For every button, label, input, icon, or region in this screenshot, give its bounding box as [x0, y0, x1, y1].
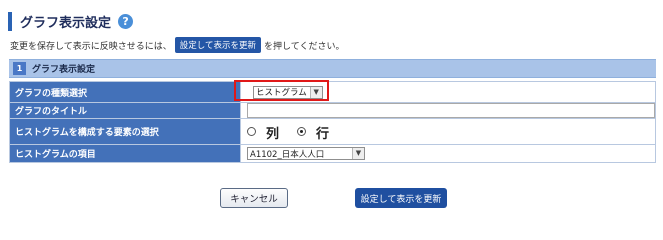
- graph-type-row: グラフの種類選択 ヒストグラム ▼: [9, 81, 656, 103]
- graph-type-label: グラフの種類選択: [9, 81, 241, 103]
- graph-title-cell: [240, 102, 656, 119]
- histogram-item-label: ヒストグラムの項目: [9, 144, 241, 163]
- page-title: グラフ表示設定: [20, 15, 112, 31]
- histogram-item-select-value: A1102_日本人人口: [250, 149, 325, 160]
- histogram-item-select[interactable]: A1102_日本人人口 ▼: [247, 147, 365, 160]
- element-radio-group: 列 行: [247, 118, 655, 142]
- page-header: グラフ表示設定 ?: [8, 10, 134, 32]
- element-choice-cell: 列 行: [240, 118, 656, 145]
- radio-row-label[interactable]: 行: [306, 118, 337, 142]
- element-choice-label: ヒストグラムを構成する要素の選択: [9, 118, 241, 145]
- highlight-annotation: [234, 80, 329, 101]
- graph-title-label: グラフのタイトル: [9, 102, 241, 119]
- histogram-item-row: ヒストグラムの項目 A1102_日本人人口 ▼: [9, 144, 656, 163]
- cancel-button[interactable]: キャンセル: [220, 188, 288, 208]
- inline-apply-label: 設定して表示を更新: [174, 37, 261, 53]
- instruction-text: 変更を保存して表示に反映させるには、 設定して表示を更新 を押してください。: [10, 37, 344, 53]
- apply-button[interactable]: 設定して表示を更新: [355, 188, 447, 208]
- graph-title-row: グラフのタイトル: [9, 102, 656, 119]
- radio-row[interactable]: [297, 127, 307, 136]
- section-header: 1 グラフ表示設定: [9, 59, 656, 78]
- settings-table: グラフの種類選択 ヒストグラム ▼ グラフのタイトル ヒストグラムを構成する要素…: [9, 81, 656, 163]
- element-choice-row: ヒストグラムを構成する要素の選択 列 行: [9, 118, 656, 145]
- radio-column[interactable]: [247, 127, 256, 136]
- radio-column-label[interactable]: 列: [255, 118, 287, 142]
- section-number: 1: [13, 62, 26, 75]
- question-circle-icon[interactable]: ?: [118, 13, 134, 29]
- section-label: グラフ表示設定: [32, 65, 96, 75]
- histogram-item-cell: A1102_日本人人口 ▼: [240, 144, 656, 163]
- instruction-after: を押してください。: [263, 41, 345, 52]
- title-accent-bar: [8, 11, 12, 31]
- instruction-before: 変更を保存して表示に反映させるには、: [10, 41, 172, 52]
- graph-title-input[interactable]: [247, 103, 655, 118]
- chevron-down-icon: ▼: [352, 148, 364, 159]
